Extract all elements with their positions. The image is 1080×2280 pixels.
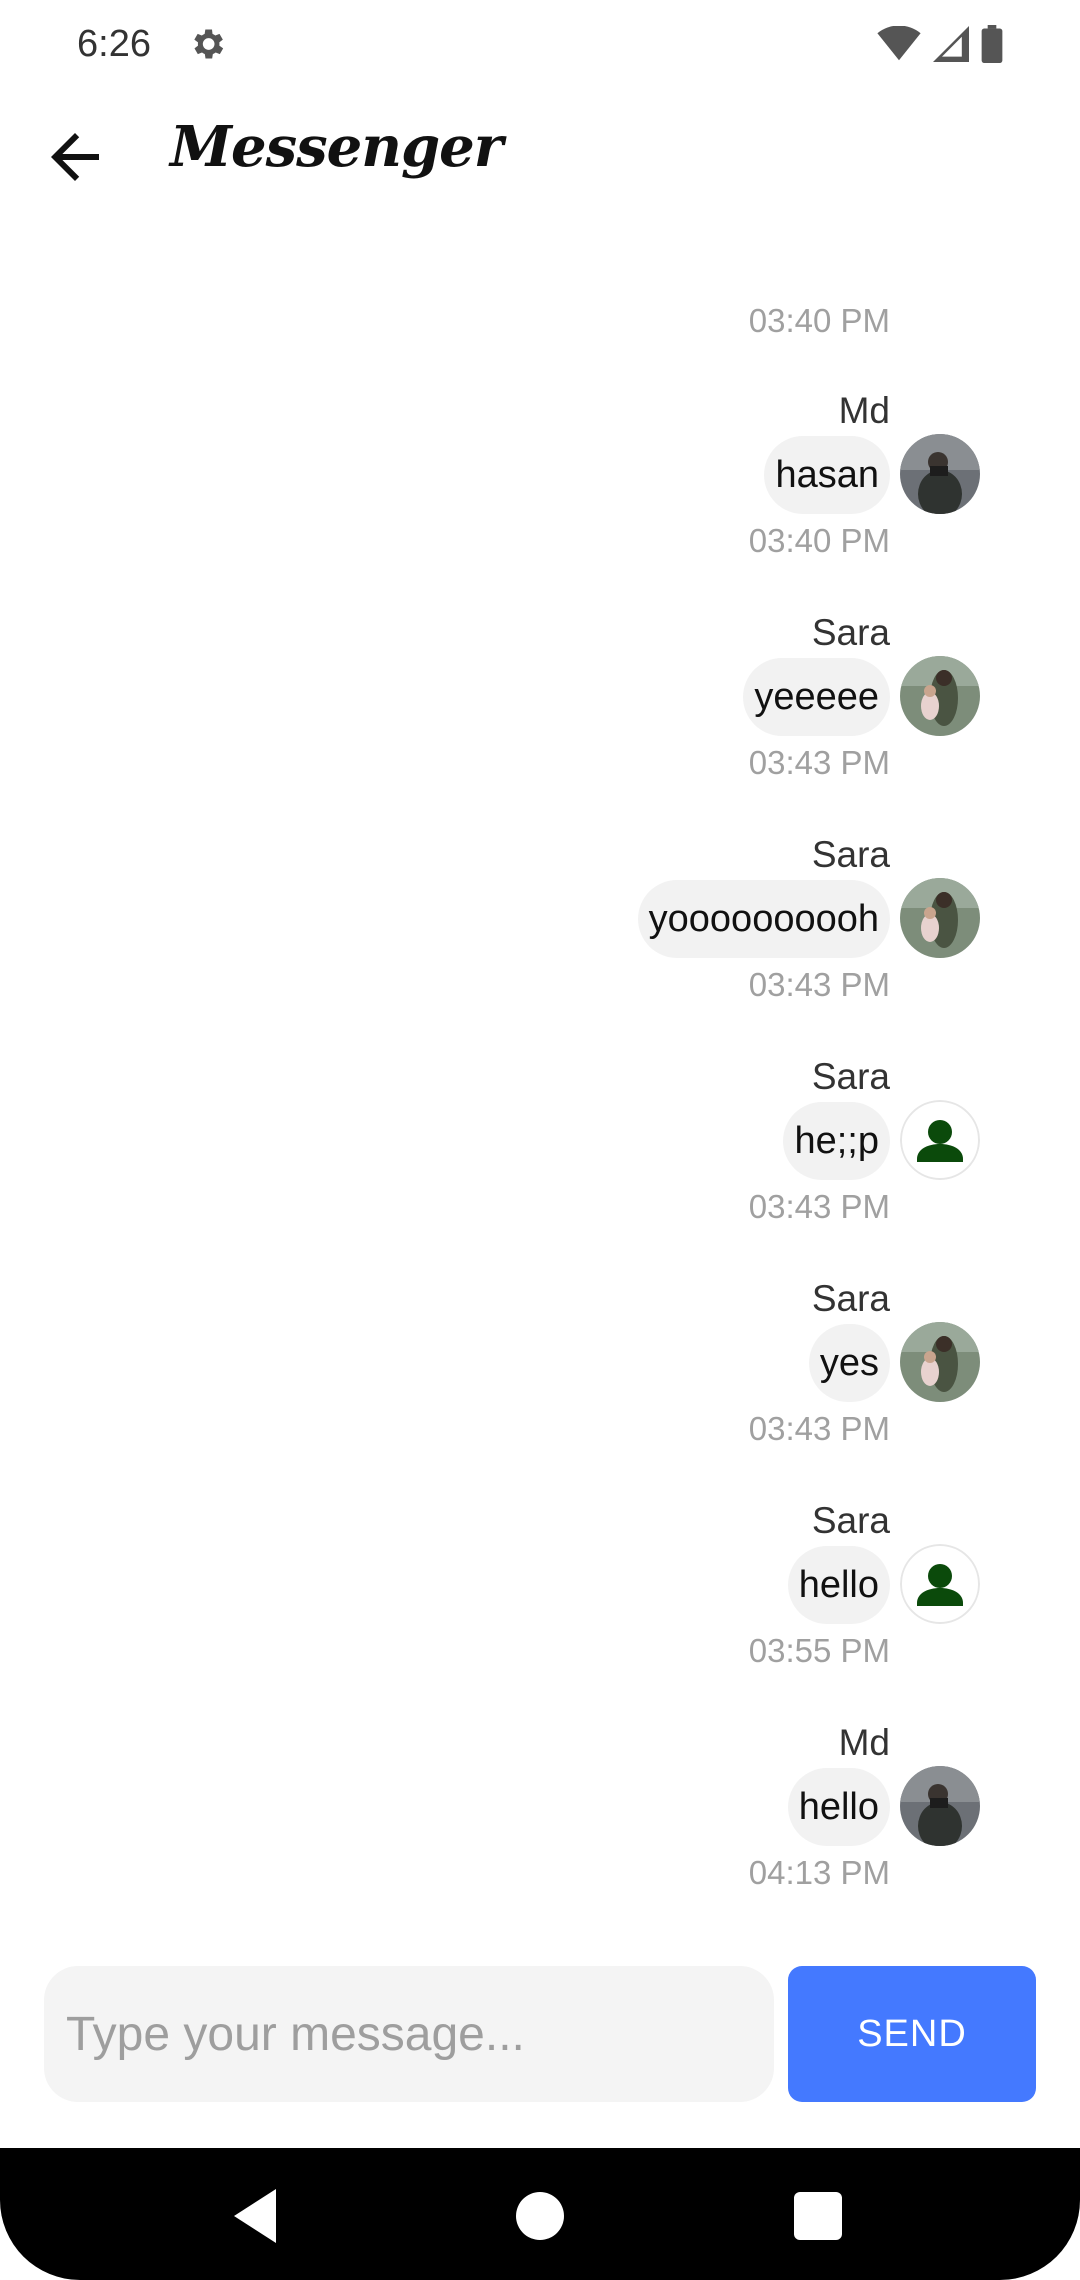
message-item: Sara he;;p 03:43 PM — [0, 1056, 1080, 1246]
status-icons — [877, 25, 1003, 63]
arrow-back-icon — [51, 133, 99, 181]
message-bubble[interactable]: yeeeee — [743, 658, 890, 736]
nav-recents-icon[interactable] — [788, 2186, 848, 2246]
message-timestamp: 03:40 PM — [748, 302, 890, 339]
sender-name: Sara — [811, 834, 890, 875]
message-timestamp: 03:43 PM — [748, 744, 890, 781]
avatar[interactable] — [900, 434, 980, 514]
sender-name: Sara — [811, 612, 890, 653]
sender-name: Sara — [811, 1500, 890, 1541]
message-timestamp: 03:43 PM — [748, 1410, 890, 1447]
avatar[interactable] — [900, 1766, 980, 1846]
user-photo-icon — [900, 878, 980, 958]
status-time: 6:26 — [77, 22, 151, 65]
app-bar: Messenger — [0, 100, 1080, 210]
message-item: Sara hello 03:55 PM — [0, 1500, 1080, 1690]
message-bubble[interactable]: hello — [787, 1546, 890, 1624]
message-item: Md hasan 03:40 PM — [0, 390, 1080, 580]
wifi-icon — [877, 26, 921, 61]
sender-name: Sara — [811, 1278, 890, 1319]
person-icon — [900, 1544, 980, 1624]
avatar[interactable] — [900, 1100, 980, 1180]
message-timestamp: 03:55 PM — [748, 1632, 890, 1669]
avatar[interactable] — [900, 878, 980, 958]
user-photo-icon — [900, 1766, 980, 1846]
nav-back-icon[interactable] — [228, 2186, 288, 2246]
status-bar: 6:26 — [0, 0, 1080, 88]
message-item: Sara yes 03:43 PM — [0, 1278, 1080, 1468]
send-button[interactable]: SEND — [788, 1966, 1036, 2102]
message-timestamp: 03:43 PM — [748, 966, 890, 1003]
app-title: Messenger — [170, 114, 503, 180]
person-icon — [900, 1100, 980, 1180]
message-timestamp: 03:43 PM — [748, 1188, 890, 1225]
nav-home-icon[interactable] — [510, 2186, 570, 2246]
message-item: Sara yeeeee 03:43 PM — [0, 612, 1080, 802]
message-item: Sara yoooooooooh 03:43 PM — [0, 834, 1080, 1024]
message-item: Md hello 04:13 PM — [0, 1722, 1080, 1912]
user-photo-icon — [900, 434, 980, 514]
sender-name: Md — [838, 1722, 890, 1763]
message-bubble[interactable]: he;;p — [783, 1102, 890, 1180]
message-bubble[interactable]: yes — [808, 1324, 890, 1402]
cell-signal-icon — [933, 26, 969, 62]
message-bubble[interactable]: yoooooooooh — [637, 880, 890, 958]
avatar[interactable] — [900, 656, 980, 736]
user-photo-icon — [900, 656, 980, 736]
sender-name: Sara — [811, 1056, 890, 1097]
user-photo-icon — [900, 1322, 980, 1402]
messenger-screen: 6:26 Messenger 03:40 PM Md hasan 03:40 P… — [0, 0, 1080, 2280]
message-input[interactable] — [44, 1966, 774, 2102]
avatar[interactable] — [900, 1544, 980, 1624]
system-nav-bar — [0, 2148, 1080, 2280]
message-bubble[interactable]: hello — [787, 1768, 890, 1846]
back-button[interactable] — [30, 112, 120, 202]
message-timestamp: 03:40 PM — [748, 522, 890, 559]
message-timestamp: 04:13 PM — [748, 1854, 890, 1891]
battery-icon — [981, 25, 1003, 63]
settings-gear-icon — [194, 29, 224, 59]
sender-name: Md — [838, 390, 890, 431]
message-bubble[interactable]: hasan — [764, 436, 890, 514]
avatar[interactable] — [900, 1322, 980, 1402]
